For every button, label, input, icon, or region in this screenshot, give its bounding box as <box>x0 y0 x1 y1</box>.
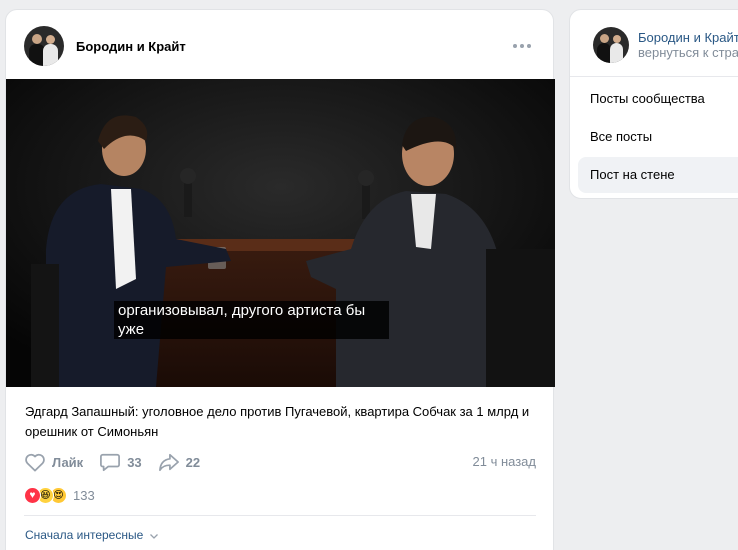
heart-outline-icon <box>25 453 45 472</box>
sidebar-divider <box>570 76 738 77</box>
like-button[interactable]: Лайк <box>24 452 83 472</box>
author-name[interactable]: Бородин и Крайт <box>76 39 186 54</box>
subtitle-line-1: организовывал, другого артиста бы <box>114 301 389 320</box>
comment-icon <box>100 453 121 472</box>
heart-icon: ♥ <box>24 486 41 504</box>
reactions-count: 133 <box>73 487 95 503</box>
community-avatar[interactable] <box>593 27 629 63</box>
post-text: Эдгард Запашный: уголовное дело против П… <box>25 404 530 439</box>
comment-button[interactable]: 33 <box>99 452 142 472</box>
share-icon <box>158 453 179 472</box>
reactions-summary[interactable]: ♥ 😆 😍 133 <box>24 485 95 505</box>
community-name-link[interactable]: Бородин и Крайт <box>638 30 738 45</box>
comments-sort-dropdown[interactable]: Сначала интересные <box>25 528 159 542</box>
author-avatar[interactable] <box>24 26 64 66</box>
comments-sort-label: Сначала интересные <box>25 528 144 542</box>
sidebar-item-community-posts[interactable]: Посты сообщества <box>578 81 738 117</box>
post-header: Бородин и Крайт <box>24 26 186 66</box>
post-timestamp[interactable]: 21 ч назад <box>473 454 537 469</box>
video-subtitles: организовывал, другого артиста бы уже <box>114 301 389 339</box>
comments-count: 33 <box>127 454 142 470</box>
like-label: Лайк <box>52 454 84 470</box>
back-link[interactable]: вернуться к стра <box>638 45 738 60</box>
sidebar-item-all-posts[interactable]: Все посты <box>578 119 738 155</box>
sidebar-card: Бородин и Крайт вернуться к стра Посты с… <box>569 9 738 199</box>
video-player[interactable]: организовывал, другого артиста бы уже <box>6 79 555 387</box>
comments-divider <box>24 515 536 516</box>
sidebar-item-wall-post[interactable]: Пост на стене <box>578 157 738 193</box>
subtitle-line-2: уже <box>114 320 389 339</box>
more-options-icon[interactable] <box>513 43 531 49</box>
share-button[interactable]: 22 <box>158 452 200 472</box>
chevron-down-icon <box>149 533 158 539</box>
shares-count: 22 <box>185 454 201 470</box>
video-frame <box>6 79 555 387</box>
sidebar-community[interactable]: Бородин и Крайт вернуться к стра <box>593 27 738 63</box>
post-actions: Лайк 33 22 21 ч назад <box>24 450 536 474</box>
post-card: Бородин и Крайт организовывал, другого а… <box>5 9 555 550</box>
